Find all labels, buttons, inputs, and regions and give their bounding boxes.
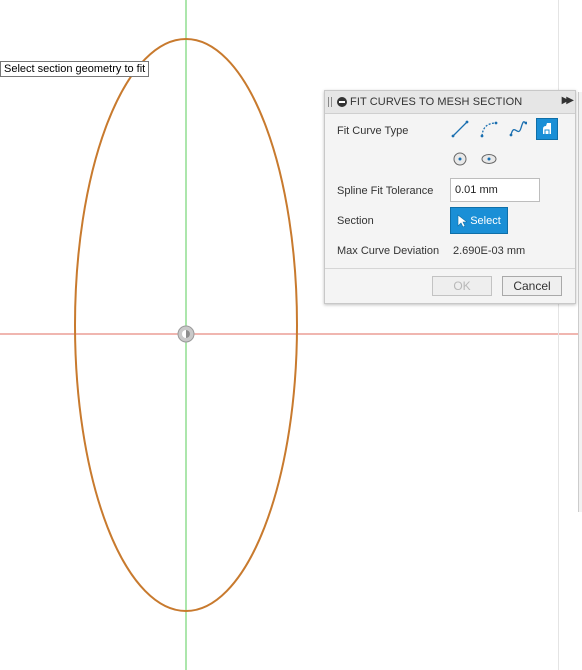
side-panel-edge — [578, 92, 582, 512]
ellipse-icon[interactable] — [478, 148, 500, 170]
select-button-label: Select — [470, 214, 501, 227]
spline-icon[interactable] — [507, 118, 529, 140]
fit-curve-type-label: Fit Curve Type — [337, 125, 409, 137]
cancel-button[interactable]: Cancel — [502, 276, 562, 296]
spline-tolerance-label: Spline Fit Tolerance — [337, 185, 434, 197]
dialog-footer: OK Cancel — [325, 268, 575, 304]
cursor-icon — [457, 213, 468, 227]
drag-grip-icon[interactable] — [328, 97, 332, 107]
auto-fit-icon[interactable] — [536, 118, 558, 140]
max-deviation-label: Max Curve Deviation — [337, 245, 440, 257]
arc-icon[interactable] — [478, 118, 500, 140]
ok-button[interactable]: OK — [432, 276, 492, 296]
dialog-header[interactable]: FIT CURVES TO MESH SECTION ▶▶ — [325, 91, 575, 114]
max-deviation-value: 2.690E-03 mm — [453, 245, 526, 257]
tooltip: Select section geometry to fit — [0, 61, 150, 77]
line-icon[interactable] — [449, 118, 471, 140]
origin-point[interactable] — [177, 325, 195, 343]
fit-curves-dialog: FIT CURVES TO MESH SECTION ▶▶ Fit Curve … — [324, 90, 576, 304]
spline-tolerance-input[interactable] — [450, 178, 540, 202]
expand-icon[interactable]: ▶▶ — [562, 95, 575, 106]
select-section-button[interactable]: Select — [450, 207, 508, 234]
collapse-icon[interactable] — [337, 97, 347, 107]
section-label: Section — [337, 215, 374, 227]
circle-icon[interactable] — [449, 148, 471, 170]
dialog-title: FIT CURVES TO MESH SECTION — [350, 96, 523, 108]
